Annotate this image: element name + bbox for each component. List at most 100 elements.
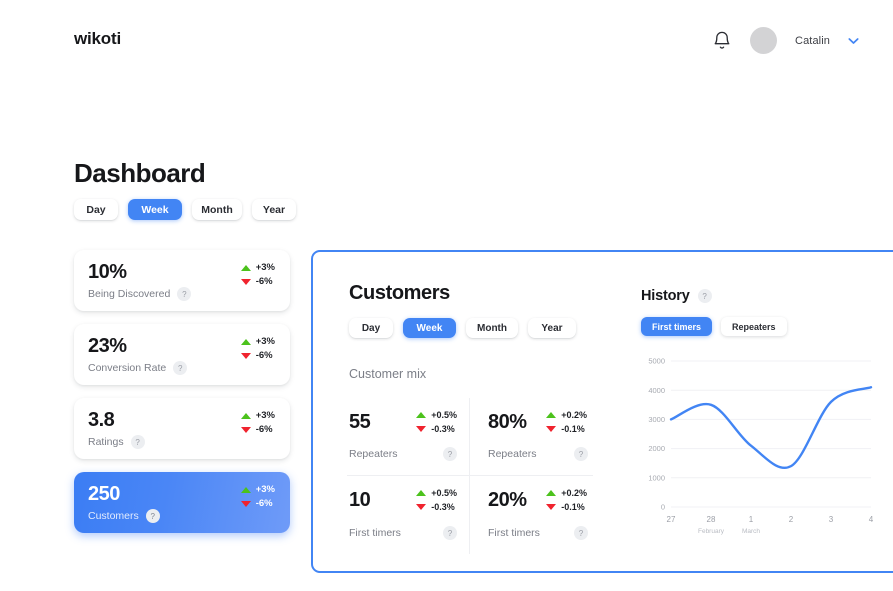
triangle-down-icon (240, 427, 251, 433)
stat-label: Repeaters (349, 448, 398, 460)
stat-delta-stack: +0.5% -0.3% (416, 410, 457, 434)
svg-text:1000: 1000 (648, 473, 665, 482)
triangle-down-icon (416, 426, 427, 432)
kpi-delta-down: -6% (240, 350, 273, 361)
triangle-down-icon (240, 353, 251, 359)
svg-text:3000: 3000 (648, 415, 665, 424)
avatar[interactable] (750, 27, 778, 54)
stat-delta-up-value: +0.5% (431, 410, 457, 420)
panel-range-tabs: Day Week Month Year (349, 318, 576, 338)
tab-day[interactable]: Day (74, 199, 118, 220)
panel-tab-year[interactable]: Year (528, 318, 576, 338)
help-icon[interactable]: ? (130, 435, 145, 449)
history-chart-svg: 0 1000 2000 3000 4000 5000 27 28 February 1 March 2… (648, 357, 873, 535)
kpi-delta-up: +3% (240, 336, 275, 347)
stat-repeaters-percent: 80% +0.2% -0.1% Repeaters ? (470, 398, 593, 475)
brand-logo[interactable]: wikoti (74, 29, 121, 49)
tab-week[interactable]: Week (128, 199, 182, 220)
stat-delta-down: -0.3% (416, 424, 457, 434)
customer-mix-title: Customer mix (349, 367, 427, 381)
kpi-delta-down-value: -6% (255, 350, 273, 361)
page-title: Dashboard (74, 158, 206, 188)
stat-foot: First timers ? (349, 526, 457, 540)
help-icon[interactable]: ? (145, 509, 160, 523)
range-tabs: Day Week Month Year (74, 199, 296, 220)
help-icon[interactable]: ? (697, 289, 712, 303)
stat-foot: Repeaters ? (349, 447, 457, 461)
stat-delta-up: +0.2% (546, 488, 587, 498)
stat-first-timers-count: 10 +0.5% -0.3% First timers ? (347, 476, 470, 554)
triangle-down-icon (416, 504, 427, 510)
svg-text:1: 1 (749, 515, 754, 524)
stat-delta-down-value: -0.1% (561, 424, 585, 434)
bell-icon[interactable] (712, 30, 732, 52)
panel-tab-month[interactable]: Month (466, 318, 518, 338)
history-header: History ? (641, 288, 891, 304)
triangle-up-icon (240, 339, 251, 345)
svg-text:4: 4 (869, 515, 873, 524)
history-section: History ? First timers Repeaters 0 1000 20… (641, 288, 891, 543)
help-icon[interactable]: ? (177, 287, 192, 301)
kpi-label: Customers (88, 510, 139, 522)
kpi-card-ratings[interactable]: 3.8 Ratings ? +3% -6% (74, 398, 290, 459)
panel-title: Customers (349, 282, 450, 304)
triangle-up-icon (546, 412, 557, 418)
svg-text:5000: 5000 (648, 357, 665, 366)
kpi-card-customers[interactable]: 250 Customers ? +3% -6% (74, 472, 290, 533)
top-bar: wikoti Catalin (0, 0, 893, 78)
tab-year[interactable]: Year (252, 199, 296, 220)
help-icon[interactable]: ? (574, 526, 588, 540)
help-icon[interactable]: ? (574, 447, 588, 461)
stat-repeaters-count: 55 +0.5% -0.3% Repeaters ? (347, 398, 470, 475)
svg-text:0: 0 (661, 503, 665, 512)
stat-foot: Repeaters ? (488, 447, 588, 461)
stat-delta-up: +0.2% (546, 410, 587, 420)
panel-tab-day[interactable]: Day (349, 318, 393, 338)
stat-delta-up: +0.5% (416, 410, 457, 420)
triangle-up-icon (416, 412, 427, 418)
stat-delta-down: -0.1% (546, 502, 587, 512)
kpi-label-row: Being Discovered ? (88, 287, 276, 301)
kpi-delta-up: +3% (240, 485, 275, 495)
triangle-down-icon (546, 504, 557, 510)
help-icon[interactable]: ? (173, 361, 188, 375)
kpi-delta-down-value: -6% (255, 424, 273, 435)
triangle-down-icon (240, 501, 251, 507)
series-tab-first-timers[interactable]: First timers (641, 317, 713, 336)
stat-delta-up-value: +0.2% (561, 410, 587, 420)
triangle-up-icon (416, 490, 427, 496)
kpi-delta-up-value: +3% (255, 262, 275, 273)
kpi-card-conversion-rate[interactable]: 23% Conversion Rate ? +3% -6% (74, 324, 290, 385)
stat-first-timers-percent: 20% +0.2% -0.1% First timers ? (470, 476, 593, 554)
kpi-label-row: Conversion Rate ? (88, 361, 276, 375)
stat-delta-up: +0.5% (416, 488, 457, 498)
kpi-delta-up-value: +3% (255, 336, 275, 347)
kpi-delta-down: -6% (240, 277, 273, 287)
stat-delta-down-value: -0.3% (431, 424, 455, 434)
svg-text:2: 2 (789, 515, 794, 524)
help-icon[interactable]: ? (443, 526, 457, 540)
triangle-down-icon (546, 426, 557, 432)
help-icon[interactable]: ? (443, 447, 457, 461)
svg-text:27: 27 (667, 515, 676, 524)
kpi-label-row: Ratings ? (88, 435, 276, 449)
tab-month[interactable]: Month (192, 199, 242, 220)
stat-label: First timers (488, 527, 540, 539)
history-chart: 0 1000 2000 3000 4000 5000 27 28 February 1 March 2… (641, 353, 873, 543)
history-title: History (641, 288, 690, 304)
stat-label: First timers (349, 527, 401, 539)
kpi-delta-stack: +3% -6% (240, 336, 275, 361)
stat-delta-stack: +0.2% -0.1% (546, 410, 587, 434)
kpi-delta-down-value: -6% (255, 498, 273, 509)
series-tab-repeaters[interactable]: Repeaters (721, 317, 787, 336)
stats-row: 10 +0.5% -0.3% First timers ? 20% +0.2% … (347, 476, 593, 554)
kpi-delta-down: -6% (240, 424, 273, 435)
panel-tab-week[interactable]: Week (403, 318, 456, 338)
chevron-down-icon[interactable] (848, 37, 859, 45)
kpi-card-being-discovered[interactable]: 10% Being Discovered ? +3% -6% (74, 250, 290, 311)
kpi-delta-stack: +3% -6% (240, 411, 275, 435)
svg-text:February: February (698, 528, 725, 535)
svg-text:March: March (742, 528, 760, 535)
triangle-up-icon (240, 413, 251, 419)
stat-delta-up-value: +0.2% (561, 488, 587, 498)
